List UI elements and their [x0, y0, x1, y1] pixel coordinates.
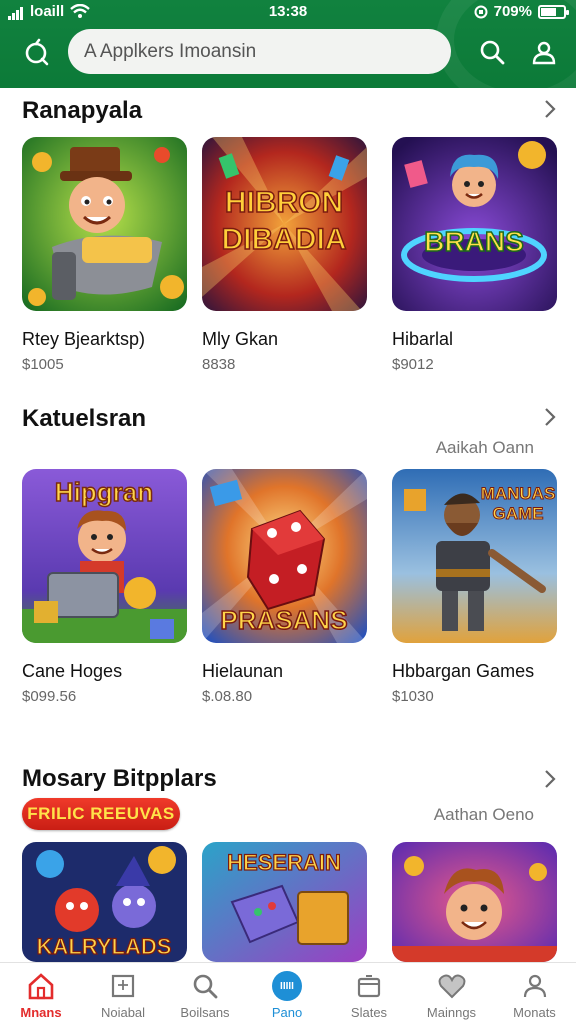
nav-item-slates[interactable]: Slates [328, 963, 410, 1024]
game-name: Mly Gkan [202, 329, 279, 349]
game-thumbnail: PRASANS [202, 469, 367, 643]
game-name: Cane Hoges [22, 661, 123, 681]
person-icon [520, 971, 550, 1001]
bottom-navigation: Mnans Noiabal Boilsans IIIII Pano Slates… [0, 962, 576, 1024]
search-input[interactable] [84, 40, 424, 63]
game-art-title: BRANS [424, 226, 524, 257]
svg-text:DIBADIA: DIBADIA [222, 223, 347, 256]
nav-label: Mainngs [426, 1005, 477, 1020]
game-price: $1005 [22, 356, 64, 373]
section-title: Ranapyala [22, 97, 143, 124]
nav-item-home[interactable]: Mnans [0, 963, 82, 1024]
nav-item-pano[interactable]: IIIII Pano [246, 963, 328, 1024]
game-art-title: HIBRON [225, 186, 343, 219]
nav-label: Mnans [20, 1005, 62, 1020]
search-bar[interactable] [68, 29, 451, 74]
game-name: Hibarlal [392, 329, 454, 349]
battery-level [541, 7, 556, 16]
game-thumbnail: KALRYLADS [22, 842, 187, 962]
game-name: Hbbargan Games [392, 661, 535, 681]
rotation-lock-icon [474, 5, 488, 18]
game-price: $099.56 [22, 688, 77, 705]
game-art-title: PRASANS [220, 605, 347, 635]
game-art-title: HESERAIN [227, 850, 341, 875]
search-icon[interactable] [476, 36, 508, 68]
game-thumbnail: HESERAIN [202, 842, 367, 962]
nav-label: Pano [271, 1005, 303, 1020]
chevron-right-icon[interactable] [540, 767, 560, 791]
game-art-title: Hipgran [55, 477, 153, 507]
app-header: loaill 13:38 709% [0, 0, 576, 88]
game-card[interactable]: Hipgran Cane Hoges $099.56 [22, 469, 187, 705]
game-price: $1030 [392, 688, 434, 705]
game-card[interactable]: HIBRON DIBADIA Mly Gkan 8838 [202, 137, 367, 373]
nav-item-boilsans[interactable]: Boilsans [164, 963, 246, 1024]
game-thumbnail: BRANS [392, 137, 557, 311]
app-bubble-icon: IIIII [272, 971, 302, 1001]
section-title: Katuelsran [22, 405, 147, 432]
nav-label: Slates [350, 1005, 388, 1020]
chevron-right-icon[interactable] [540, 405, 560, 429]
game-thumbnail: Hipgran [22, 469, 187, 643]
battery-percent: 709% [493, 3, 532, 20]
heart-icon [437, 971, 467, 1001]
game-card[interactable] [392, 842, 557, 962]
game-card[interactable]: PRASANS Hielaunan $.08.80 [202, 469, 367, 705]
promo-badge[interactable]: FRILIC REEUVAS [22, 798, 180, 830]
nav-item-mainngs[interactable]: Mainngs [410, 963, 493, 1024]
game-name: Hielaunan [202, 661, 284, 681]
chevron-right-icon[interactable] [540, 97, 560, 121]
nav-item-noiabal[interactable]: Noiabal [82, 963, 164, 1024]
battery-icon [538, 4, 569, 19]
game-price: $.08.80 [202, 688, 253, 705]
status-bar: loaill 13:38 709% [0, 0, 576, 24]
square-icon [108, 971, 138, 1001]
game-thumbnail [22, 137, 187, 311]
game-card[interactable]: BRANS Hibarlal $9012 [392, 137, 557, 373]
account-icon[interactable] [528, 36, 560, 68]
game-thumbnail: HIBRON DIBADIA [202, 137, 367, 311]
section-subtitle[interactable]: Aathan Oeno [434, 805, 534, 825]
game-art-title: KALRYLADS [37, 934, 172, 959]
game-name: Rtey Bjearktsp) [22, 329, 146, 349]
nav-label: Boilsans [180, 1005, 230, 1020]
section-subtitle[interactable]: Aaikah Oann [436, 438, 534, 458]
game-art-title: MANUAS [481, 484, 556, 503]
game-card[interactable]: MANUAS GAME Hbbargan Games $1030 [392, 469, 557, 705]
game-thumbnail [392, 842, 557, 962]
home-icon [26, 971, 56, 1001]
game-card[interactable]: Rtey Bjearktsp) $1005 [22, 137, 187, 373]
section-title: Mosary Bitpplars [22, 765, 217, 792]
search-icon [190, 971, 220, 1001]
game-price: 8838 [202, 356, 236, 373]
nav-label: Monats [513, 1005, 556, 1020]
box-icon [354, 971, 384, 1001]
game-price: $9012 [392, 356, 434, 373]
game-card[interactable]: KALRYLADS [22, 842, 187, 962]
nav-item-monats[interactable]: Monats [493, 963, 576, 1024]
game-thumbnail: MANUAS GAME [392, 469, 557, 643]
logo-icon[interactable] [20, 36, 52, 68]
search-row [0, 28, 576, 76]
nav-label: Noiabal [100, 1005, 146, 1020]
svg-text:GAME: GAME [493, 504, 544, 523]
game-card[interactable]: HESERAIN [202, 842, 367, 962]
